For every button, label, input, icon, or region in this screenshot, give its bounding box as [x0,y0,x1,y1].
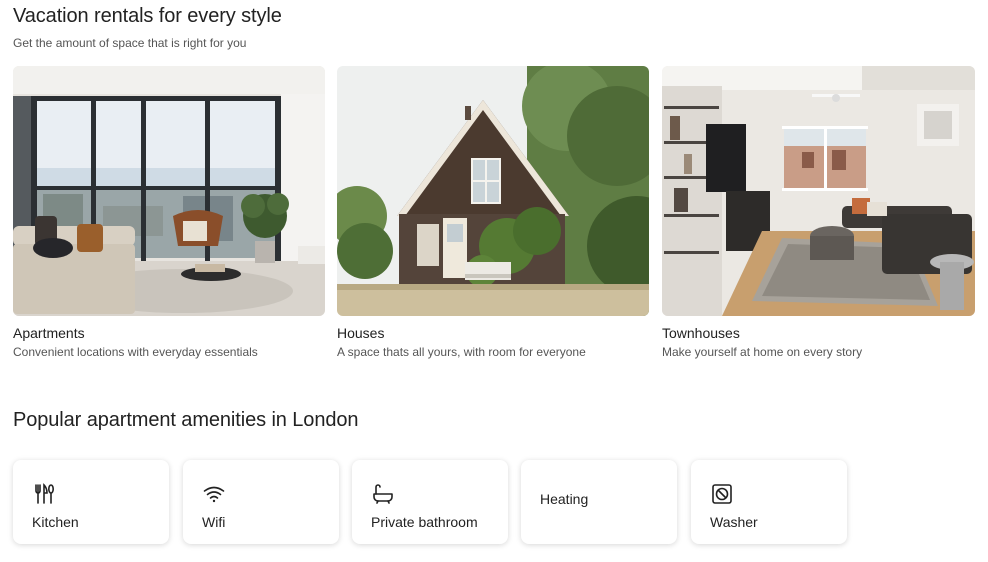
amenity-label: Kitchen [32,514,79,530]
amenities-section-title: Popular apartment amenities in London [13,409,359,431]
rental-card-houses[interactable]: Houses A space thats all yours, with roo… [337,66,649,359]
rentals-section-title: Vacation rentals for every style [13,5,282,27]
rental-type-cards: Apartments Convenient locations with eve… [13,66,975,366]
card-title: Apartments [13,325,85,341]
amenity-washer[interactable]: Washer [691,460,847,544]
amenities-list: Kitchen Wifi Private bathroom Heating Wa… [13,460,853,544]
houses-photo[interactable] [337,66,649,316]
amenity-private-bathroom[interactable]: Private bathroom [352,460,508,544]
bathtub-icon [373,484,393,504]
amenity-kitchen[interactable]: Kitchen [13,460,169,544]
wifi-icon [203,486,225,503]
amenity-label: Washer [710,514,758,530]
amenity-wifi[interactable]: Wifi [183,460,339,544]
card-description: Convenient locations with everyday essen… [13,345,258,359]
amenity-heating[interactable]: Heating [521,460,677,544]
townhouses-photo[interactable] [662,66,975,316]
card-description: A space thats all yours, with room for e… [337,345,586,359]
amenity-label: Heating [540,491,589,507]
card-title: Houses [337,325,385,341]
kitchen-icon [35,483,54,504]
card-title: Townhouses [662,325,740,341]
washer-icon [712,484,732,504]
amenity-label: Wifi [202,514,226,530]
rentals-section-subtitle: Get the amount of space that is right fo… [13,36,247,50]
rental-card-apartments[interactable]: Apartments Convenient locations with eve… [13,66,325,359]
rental-card-townhouses[interactable]: Townhouses Make yourself at home on ever… [662,66,975,359]
card-description: Make yourself at home on every story [662,345,863,359]
amenity-label: Private bathroom [371,514,478,530]
apartments-photo[interactable] [13,66,325,316]
